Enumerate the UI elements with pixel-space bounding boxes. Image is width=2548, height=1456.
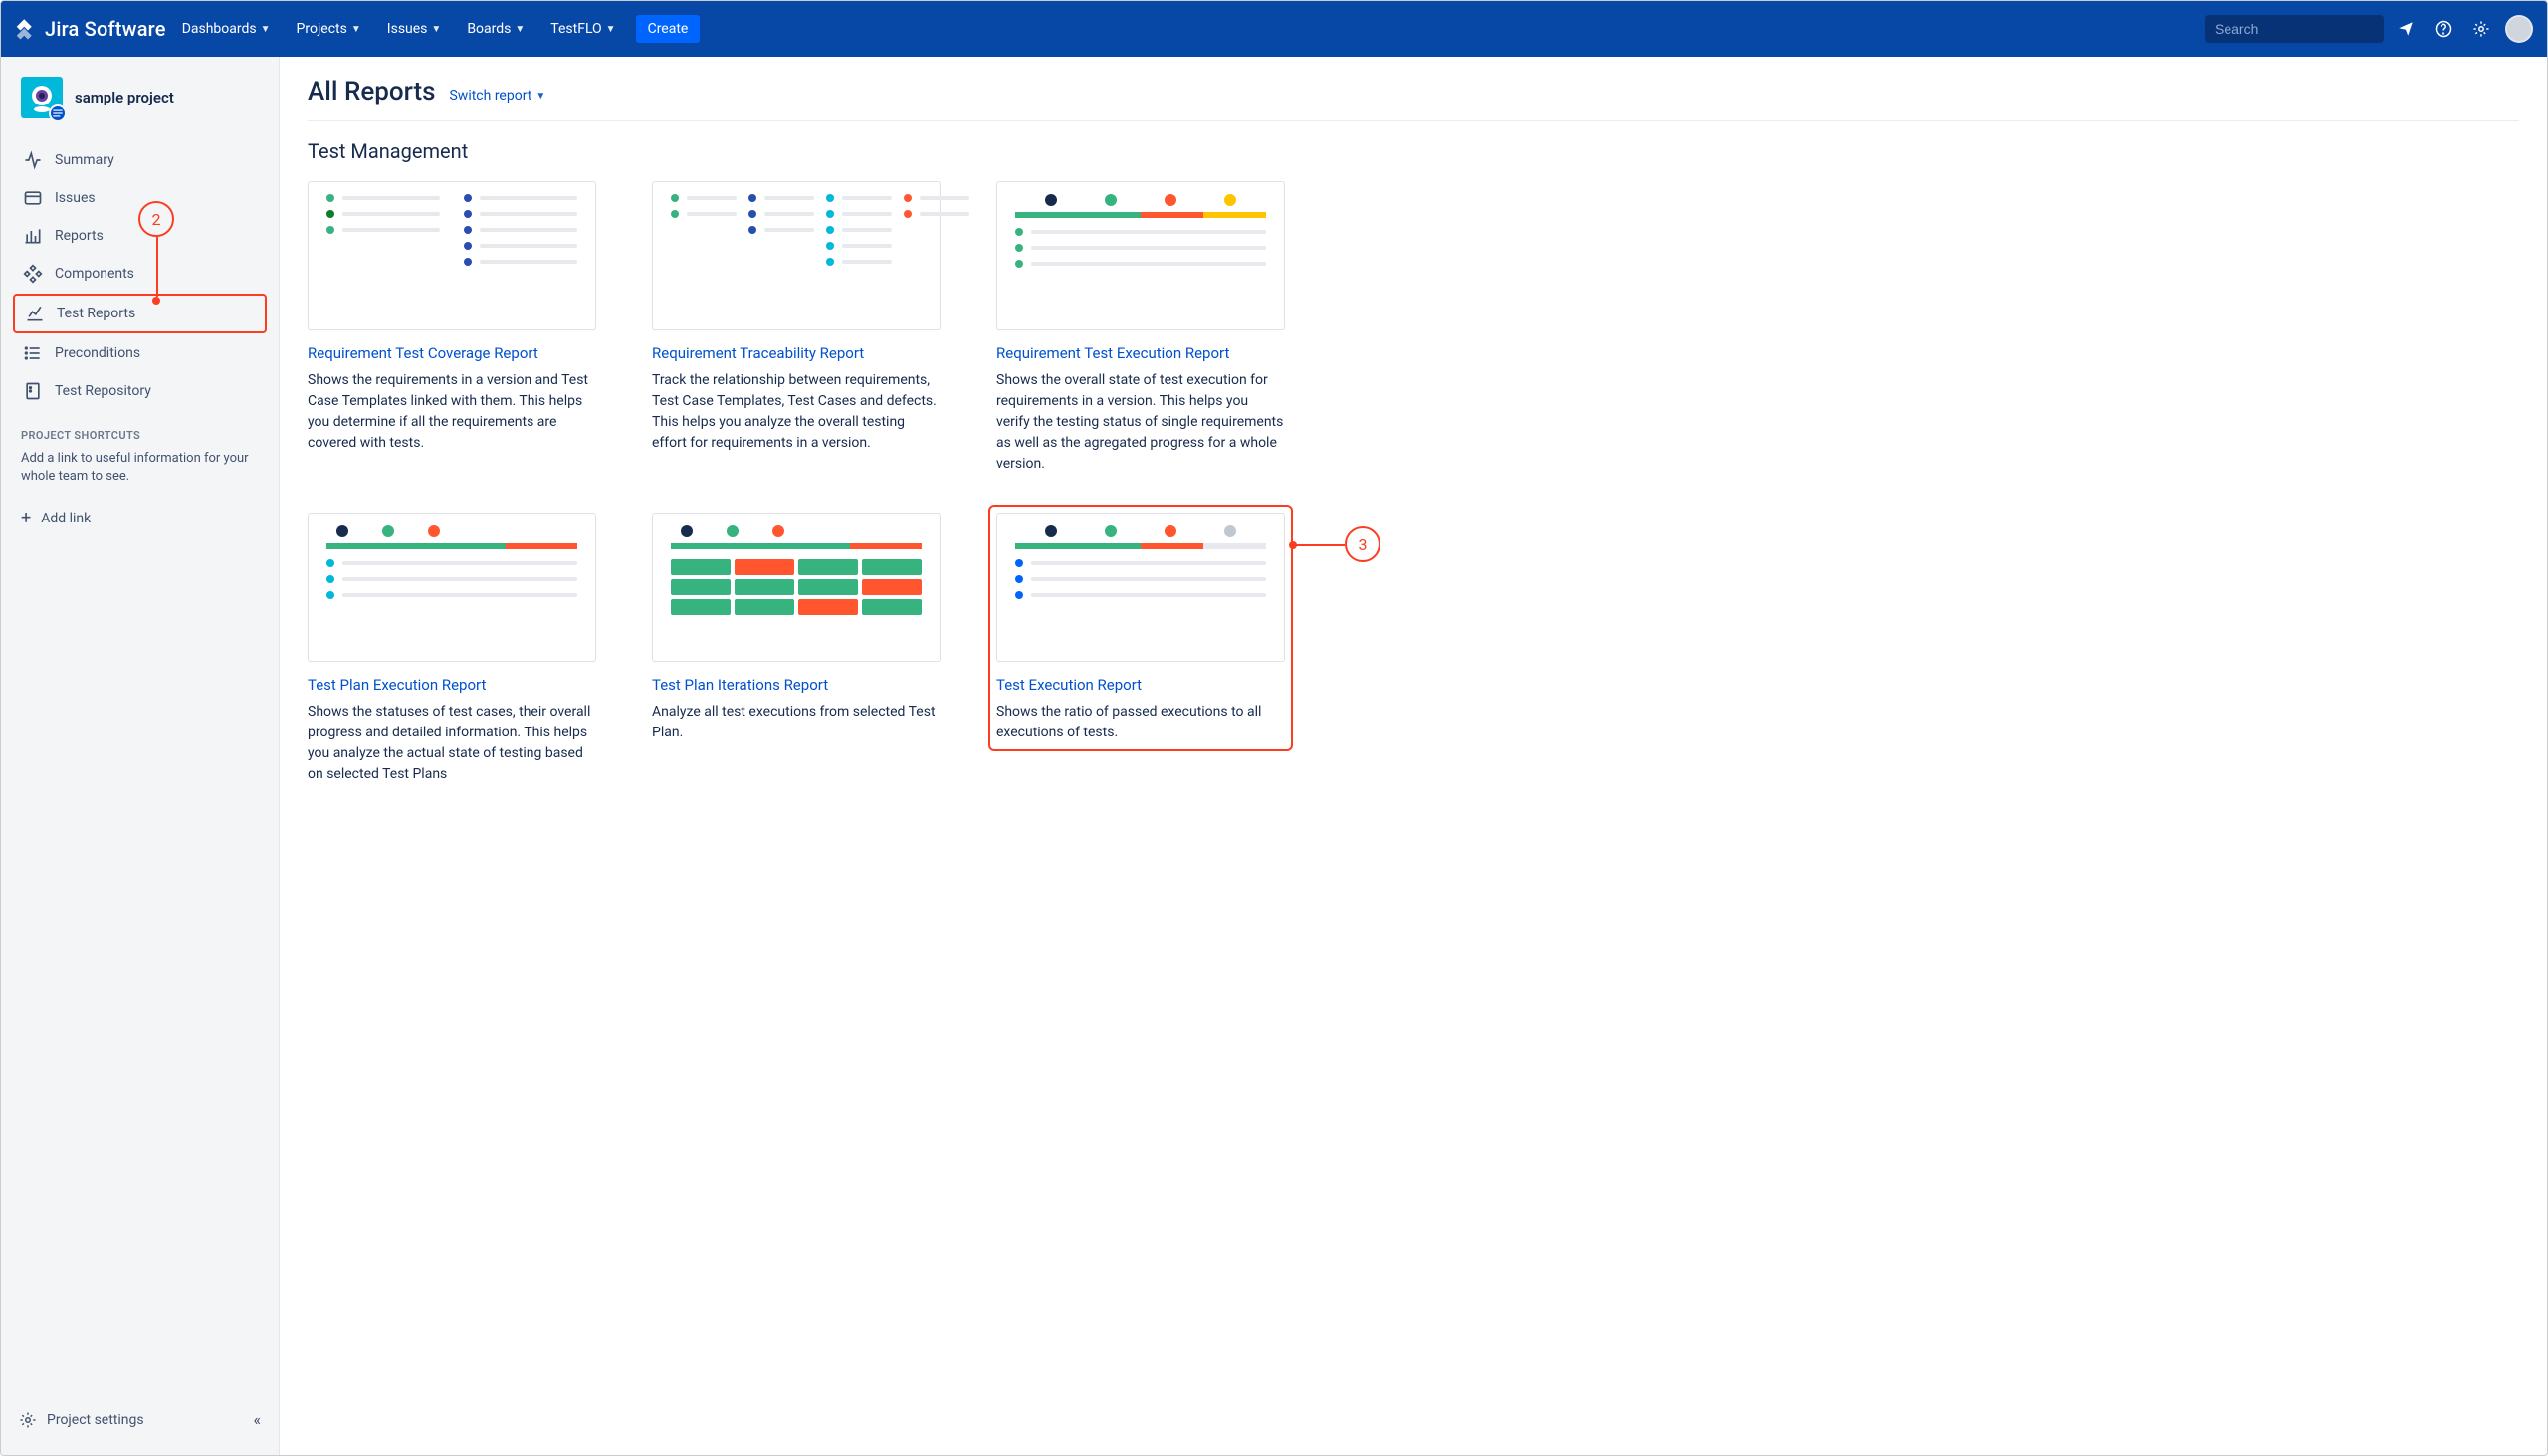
report-card-iterations: Test Plan Iterations Report Analyze all … bbox=[652, 513, 941, 785]
sidebar-item-test-repository[interactable]: Test Repository bbox=[13, 373, 267, 409]
report-description: Shows the statuses of test cases, their … bbox=[308, 702, 596, 785]
sidebar-item-label: Summary bbox=[55, 152, 114, 168]
jira-logo[interactable]: Jira Software bbox=[13, 17, 166, 41]
report-thumbnail[interactable] bbox=[308, 513, 596, 662]
sidebar-item-label: Preconditions bbox=[55, 345, 140, 361]
feedback-icon[interactable] bbox=[2390, 13, 2422, 45]
jira-logo-icon bbox=[13, 17, 37, 41]
chevron-down-icon: ▼ bbox=[431, 24, 441, 35]
add-link-label: Add link bbox=[41, 511, 91, 526]
annotation-highlight-3: Test Execution Report Shows the ratio of… bbox=[988, 505, 1293, 751]
annotation-dot bbox=[152, 297, 160, 305]
sidebar-item-components[interactable]: Components bbox=[13, 256, 267, 292]
project-avatar-icon bbox=[21, 77, 63, 118]
search-box[interactable] bbox=[2205, 15, 2384, 43]
report-description: Analyze all test executions from selecte… bbox=[652, 702, 941, 743]
sidebar-item-summary[interactable]: Summary bbox=[13, 142, 267, 178]
report-description: Shows the overall state of test executio… bbox=[996, 370, 1285, 475]
gear-icon bbox=[19, 1411, 37, 1429]
repository-icon bbox=[23, 381, 43, 401]
report-card-coverage: Requirement Test Coverage Report Shows t… bbox=[308, 181, 596, 475]
page-title: All Reports bbox=[308, 77, 435, 106]
nav-testflo[interactable]: TestFLO▼ bbox=[540, 13, 625, 45]
report-title-link[interactable]: Test Plan Execution Report bbox=[308, 676, 596, 694]
project-name: sample project bbox=[75, 89, 174, 106]
annotation-marker-2: 2 bbox=[138, 201, 174, 237]
project-sidebar: sample project Summary Issues Reports bbox=[1, 57, 280, 1455]
project-settings-label: Project settings bbox=[47, 1412, 144, 1428]
chevron-down-icon: ▼ bbox=[606, 24, 616, 35]
report-description: Shows the requirements in a version and … bbox=[308, 370, 596, 454]
main-content: All Reports Switch report ▼ Test Managem… bbox=[280, 57, 2547, 1455]
report-title-link[interactable]: Test Plan Iterations Report bbox=[652, 676, 941, 694]
shortcuts-heading: PROJECT SHORTCUTS bbox=[21, 429, 259, 442]
plus-icon: + bbox=[21, 508, 31, 528]
chevron-down-icon: ▼ bbox=[261, 24, 271, 35]
report-thumbnail[interactable] bbox=[308, 181, 596, 330]
annotation-marker-3: 3 bbox=[1345, 526, 1380, 562]
nav-projects[interactable]: Projects▼ bbox=[287, 13, 371, 45]
annotation-line bbox=[1293, 544, 1345, 546]
report-card-plan-execution: Test Plan Execution Report Shows the sta… bbox=[308, 513, 596, 785]
profile-avatar[interactable] bbox=[2503, 13, 2535, 45]
report-title-link[interactable]: Requirement Test Execution Report bbox=[996, 344, 1285, 362]
sidebar-item-label: Components bbox=[55, 266, 134, 282]
report-thumbnail[interactable] bbox=[996, 181, 1285, 330]
report-thumbnail[interactable] bbox=[996, 513, 1285, 662]
project-header[interactable]: sample project bbox=[13, 73, 267, 130]
sidebar-item-preconditions[interactable]: Preconditions bbox=[13, 335, 267, 371]
chevron-down-icon: ▼ bbox=[535, 91, 545, 102]
create-button[interactable]: Create bbox=[636, 15, 701, 43]
chart-icon bbox=[23, 226, 43, 246]
nav-issues[interactable]: Issues▼ bbox=[377, 13, 452, 45]
chevron-down-icon: ▼ bbox=[351, 24, 361, 35]
sidebar-item-label: Reports bbox=[55, 228, 104, 244]
report-card-traceability: Requirement Traceability Report Track th… bbox=[652, 181, 941, 475]
collapse-sidebar-button[interactable]: « bbox=[253, 1410, 261, 1429]
report-card-req-execution: Requirement Test Execution Report Shows … bbox=[996, 181, 1285, 475]
component-icon bbox=[23, 264, 43, 284]
sidebar-item-label: Test Reports bbox=[57, 306, 135, 321]
project-settings-link[interactable]: Project settings bbox=[19, 1411, 144, 1429]
report-thumbnail[interactable] bbox=[652, 181, 941, 330]
switch-report-link[interactable]: Switch report ▼ bbox=[449, 88, 545, 104]
report-title-link[interactable]: Requirement Traceability Report bbox=[652, 344, 941, 362]
help-icon[interactable] bbox=[2428, 13, 2459, 45]
page-header: All Reports Switch report ▼ bbox=[308, 77, 2519, 121]
list-icon bbox=[23, 343, 43, 363]
sidebar-item-label: Issues bbox=[55, 190, 96, 206]
settings-icon[interactable] bbox=[2465, 13, 2497, 45]
top-navigation-bar: Jira Software Dashboards▼ Projects▼ Issu… bbox=[1, 1, 2547, 57]
activity-icon bbox=[23, 150, 43, 170]
report-title-link[interactable]: Requirement Test Coverage Report bbox=[308, 344, 596, 362]
report-thumbnail[interactable] bbox=[652, 513, 941, 662]
report-description: Track the relationship between requireme… bbox=[652, 370, 941, 454]
sidebar-item-label: Test Repository bbox=[55, 383, 151, 399]
report-description: Shows the ratio of passed executions to … bbox=[996, 702, 1285, 743]
shortcuts-description: Add a link to useful information for you… bbox=[21, 450, 259, 486]
section-heading: Test Management bbox=[308, 139, 2519, 163]
search-input[interactable] bbox=[2215, 21, 2395, 37]
nav-dashboards[interactable]: Dashboards▼ bbox=[172, 13, 281, 45]
nav-boards[interactable]: Boards▼ bbox=[457, 13, 534, 45]
brand-name: Jira Software bbox=[45, 17, 166, 41]
issues-icon bbox=[23, 188, 43, 208]
add-link-button[interactable]: + Add link bbox=[13, 502, 267, 534]
sidebar-item-test-reports[interactable]: Test Reports bbox=[13, 294, 267, 333]
chevron-down-icon: ▼ bbox=[515, 24, 525, 35]
chart-line-icon bbox=[25, 304, 45, 323]
report-card-test-execution: Test Execution Report Shows the ratio of… bbox=[996, 513, 1285, 785]
annotation-line bbox=[156, 237, 158, 297]
report-title-link[interactable]: Test Execution Report bbox=[996, 676, 1285, 694]
